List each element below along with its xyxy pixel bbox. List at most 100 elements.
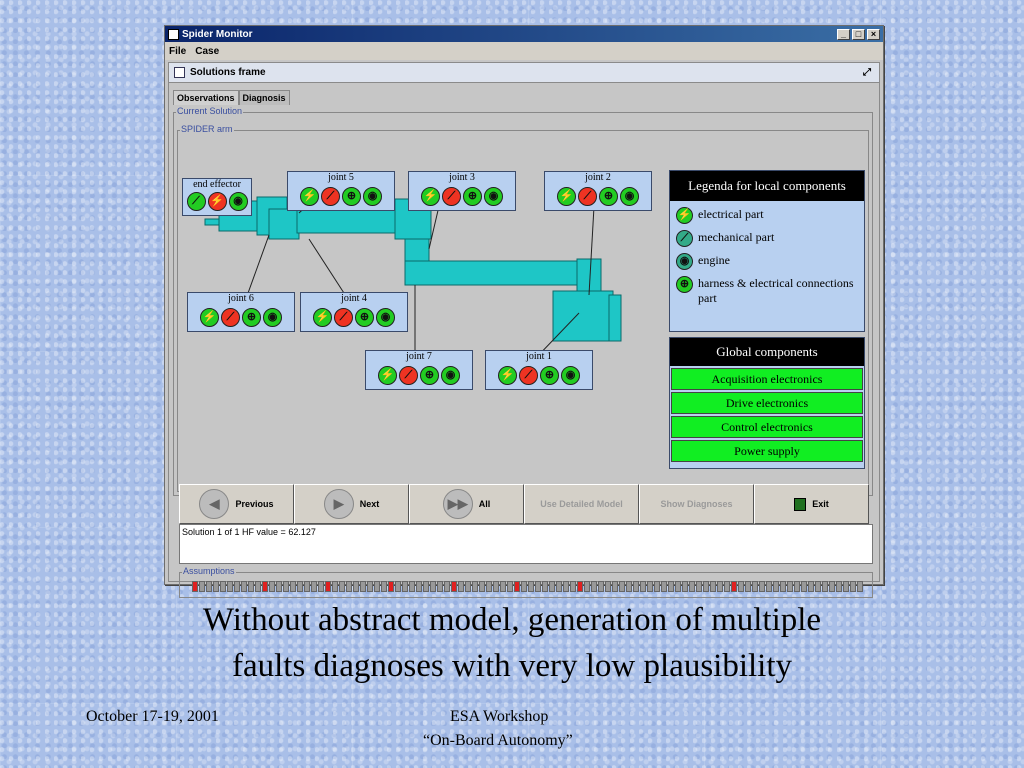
assumption-cell[interactable] — [605, 581, 611, 592]
component-joint-7[interactable]: joint 7 ⚡ ⟋ ⊕ ◉ — [365, 350, 473, 390]
assumption-cell[interactable] — [731, 581, 737, 592]
assumption-cell[interactable] — [633, 581, 639, 592]
assumption-cell[interactable] — [626, 581, 632, 592]
assumption-cell[interactable] — [493, 581, 499, 592]
harness-icon[interactable]: ⊕ — [540, 366, 559, 385]
assumption-cell[interactable] — [199, 581, 205, 592]
assumption-cell[interactable] — [535, 581, 541, 592]
assumption-cell[interactable] — [619, 581, 625, 592]
assumption-cell[interactable] — [367, 581, 373, 592]
component-end-effector[interactable]: end effector ⟋ ⚡ ◉ — [182, 178, 252, 216]
assumption-cell[interactable] — [773, 581, 779, 592]
assumption-cell[interactable] — [241, 581, 247, 592]
assumption-cell[interactable] — [710, 581, 716, 592]
component-joint-2[interactable]: joint 2 ⚡ ⟋ ⊕ ◉ — [544, 171, 652, 211]
previous-button[interactable]: ◀ Previous — [179, 484, 294, 524]
assumption-cell[interactable] — [416, 581, 422, 592]
status-text-area[interactable]: Solution 1 of 1 HF value = 62.127 — [179, 524, 873, 564]
mechanical-part-icon[interactable]: ⟋ — [578, 187, 597, 206]
assumption-cell[interactable] — [759, 581, 765, 592]
assumption-cell[interactable] — [297, 581, 303, 592]
assumption-cell[interactable] — [647, 581, 653, 592]
mechanical-part-icon[interactable]: ⟋ — [321, 187, 340, 206]
assumption-cell[interactable] — [283, 581, 289, 592]
assumption-cell[interactable] — [661, 581, 667, 592]
assumption-cell[interactable] — [486, 581, 492, 592]
use-detailed-model-button[interactable]: Use Detailed Model — [524, 484, 639, 524]
assumption-cell[interactable] — [654, 581, 660, 592]
assumption-cell[interactable] — [780, 581, 786, 592]
global-control-electronics[interactable]: Control electronics — [671, 416, 863, 438]
menu-case[interactable]: Case — [195, 46, 219, 57]
show-diagnoses-button[interactable]: Show Diagnoses — [639, 484, 754, 524]
all-button[interactable]: ▶▶ All — [409, 484, 524, 524]
harness-icon[interactable]: ⊕ — [242, 308, 261, 327]
assumption-cell[interactable] — [458, 581, 464, 592]
electrical-part-icon[interactable]: ⚡ — [313, 308, 332, 327]
mechanical-part-icon[interactable]: ⟋ — [334, 308, 353, 327]
global-power-supply[interactable]: Power supply — [671, 440, 863, 462]
assumption-cell[interactable] — [437, 581, 443, 592]
assumption-cell[interactable] — [584, 581, 590, 592]
assumption-cell[interactable] — [248, 581, 254, 592]
assumption-cell[interactable] — [591, 581, 597, 592]
component-joint-1[interactable]: joint 1 ⚡ ⟋ ⊕ ◉ — [485, 350, 593, 390]
assumption-cell[interactable] — [738, 581, 744, 592]
title-bar[interactable]: Spider Monitor _ □ × — [165, 26, 883, 42]
assumption-cell[interactable] — [227, 581, 233, 592]
assumption-cell[interactable] — [479, 581, 485, 592]
close-button[interactable]: × — [867, 28, 880, 40]
harness-icon[interactable]: ⊕ — [342, 187, 361, 206]
assumption-cell[interactable] — [542, 581, 548, 592]
assumption-cell[interactable] — [451, 581, 457, 592]
harness-icon[interactable]: ⊕ — [420, 366, 439, 385]
electrical-part-icon[interactable]: ⚡ — [498, 366, 517, 385]
assumption-cell[interactable] — [703, 581, 709, 592]
assumption-cell[interactable] — [395, 581, 401, 592]
harness-icon[interactable]: ⊕ — [463, 187, 482, 206]
assumption-cell[interactable] — [192, 581, 198, 592]
assumption-cell[interactable] — [262, 581, 268, 592]
assumption-cell[interactable] — [325, 581, 331, 592]
assumption-cell[interactable] — [220, 581, 226, 592]
mechanical-part-icon[interactable]: ⟋ — [221, 308, 240, 327]
engine-icon[interactable]: ◉ — [363, 187, 382, 206]
assumption-cell[interactable] — [304, 581, 310, 592]
assumption-cell[interactable] — [528, 581, 534, 592]
assumption-cell[interactable] — [353, 581, 359, 592]
assumption-cell[interactable] — [850, 581, 856, 592]
engine-icon[interactable]: ◉ — [376, 308, 395, 327]
assumption-cell[interactable] — [724, 581, 730, 592]
assumption-cell[interactable] — [668, 581, 674, 592]
global-drive-electronics[interactable]: Drive electronics — [671, 392, 863, 414]
minimize-button[interactable]: _ — [837, 28, 850, 40]
global-acquisition-electronics[interactable]: Acquisition electronics — [671, 368, 863, 390]
mechanical-part-icon[interactable]: ⟋ — [186, 192, 206, 211]
assumption-cell[interactable] — [402, 581, 408, 592]
assumption-cell[interactable] — [549, 581, 555, 592]
engine-icon[interactable]: ◉ — [484, 187, 503, 206]
electrical-part-icon[interactable]: ⚡ — [300, 187, 319, 206]
assumption-cell[interactable] — [598, 581, 604, 592]
assumption-cell[interactable] — [213, 581, 219, 592]
exit-button[interactable]: Exit — [754, 484, 869, 524]
assumption-cell[interactable] — [801, 581, 807, 592]
assumption-cell[interactable] — [430, 581, 436, 592]
assumption-cell[interactable] — [255, 581, 261, 592]
electrical-part-icon[interactable]: ⚡ — [557, 187, 576, 206]
assumption-cell[interactable] — [815, 581, 821, 592]
assumption-cell[interactable] — [752, 581, 758, 592]
mechanical-part-icon[interactable]: ⟋ — [442, 187, 461, 206]
assumption-cell[interactable] — [381, 581, 387, 592]
assumption-cell[interactable] — [829, 581, 835, 592]
assumption-cell[interactable] — [696, 581, 702, 592]
assumption-cell[interactable] — [717, 581, 723, 592]
engine-icon[interactable]: ◉ — [620, 187, 639, 206]
assumption-cell[interactable] — [507, 581, 513, 592]
assumption-cell[interactable] — [570, 581, 576, 592]
electrical-part-icon[interactable]: ⚡ — [207, 192, 227, 211]
assumption-cell[interactable] — [276, 581, 282, 592]
assumption-cell[interactable] — [444, 581, 450, 592]
assumption-cell[interactable] — [234, 581, 240, 592]
assumption-cell[interactable] — [808, 581, 814, 592]
